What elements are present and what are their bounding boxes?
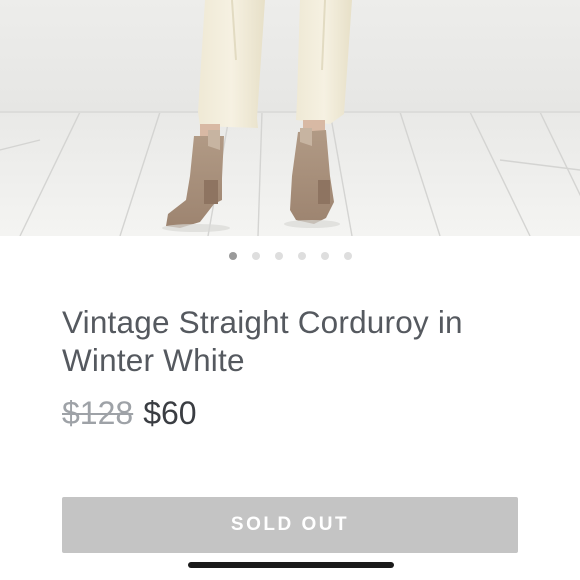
home-indicator[interactable] [188,562,394,568]
product-photo-illustration [0,0,580,236]
carousel-dot[interactable] [297,252,306,260]
sold-out-button[interactable]: SOLD OUT [62,497,518,553]
sale-price: $60 [143,395,197,431]
carousel-pagination [0,252,580,260]
product-photo[interactable] [0,0,580,236]
carousel-dot[interactable] [343,252,352,260]
product-page: Vintage Straight Corduroy in Winter Whit… [0,0,580,580]
carousel-dot[interactable] [274,252,283,260]
carousel-dot[interactable] [320,252,329,260]
original-price: $128 [62,395,134,431]
carousel-dot[interactable] [251,252,260,260]
product-title: Vintage Straight Corduroy in Winter Whit… [62,304,463,378]
carousel-dot[interactable] [228,252,237,260]
price-row: $128 $60 [62,393,197,433]
